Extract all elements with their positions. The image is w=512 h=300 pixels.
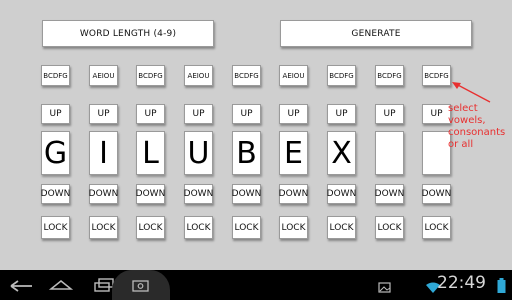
annotation-arrow <box>452 82 491 103</box>
clock: 22:49 <box>437 273 486 293</box>
annotation-text: select vowels, consonants or all <box>448 103 506 150</box>
battery-icon <box>497 278 506 293</box>
back-icon[interactable] <box>6 277 36 293</box>
screenshot-button[interactable] <box>112 270 170 300</box>
gallery-icon[interactable] <box>378 282 392 294</box>
system-nav-bar <box>0 270 512 300</box>
app-screen: WORD LENGTH (4-9) GENERATE BCDFG UP G DOWN L… <box>0 0 512 270</box>
screenshot-icon <box>132 280 149 292</box>
home-icon[interactable] <box>48 277 74 293</box>
